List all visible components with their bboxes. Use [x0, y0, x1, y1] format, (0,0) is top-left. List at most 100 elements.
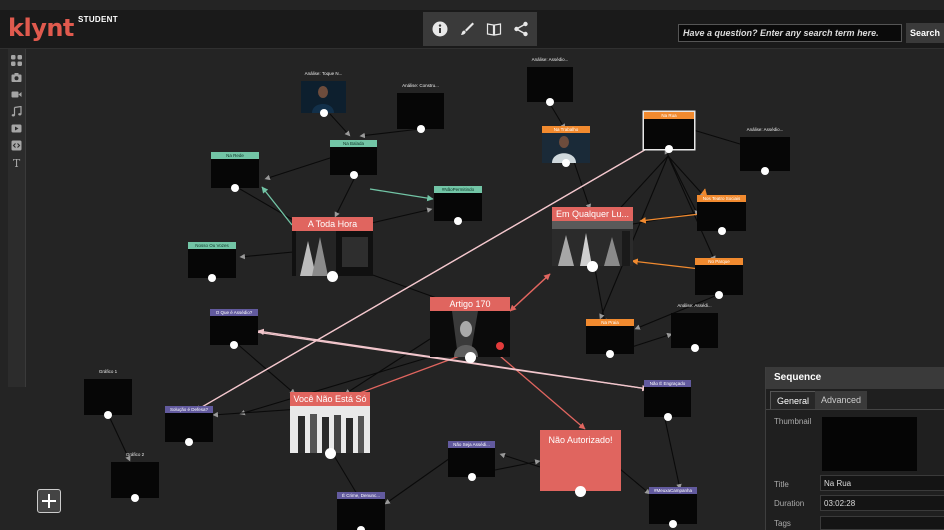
duration-field[interactable]: 03:02:28: [820, 495, 944, 511]
node-handle[interactable]: [715, 291, 723, 299]
tags-field[interactable]: [820, 516, 944, 530]
node-handle[interactable]: [131, 494, 139, 502]
node-handle[interactable]: [606, 350, 614, 358]
sequence-node[interactable]: Você Não Está Só: [290, 392, 370, 459]
node-title: Na Praia: [586, 319, 634, 326]
brush-icon[interactable]: [456, 18, 478, 40]
node-title: #NãoPermitindo: [434, 186, 482, 193]
node-title: É Crime, Denunc...: [337, 492, 385, 499]
node-handle[interactable]: [454, 217, 462, 225]
sequence-node[interactable]: O Que é Assédio?: [210, 309, 258, 349]
node-title: Análise: Assédi...: [677, 303, 712, 308]
search-button[interactable]: Search: [906, 23, 944, 43]
node-handle[interactable]: [319, 109, 328, 117]
sequence-node[interactable]: Análise: Constru...: [397, 83, 444, 133]
node-title: Não Autorizado!: [540, 433, 621, 447]
sequence-node[interactable]: Solução é Defesa?: [165, 406, 213, 446]
title-field[interactable]: Na Rua: [820, 475, 944, 491]
node-handle[interactable]: [185, 438, 193, 446]
node-title: No Parque: [695, 258, 743, 265]
sequence-node[interactable]: Análise: Assédi...: [671, 303, 718, 352]
sequence-node[interactable]: #MeuxaCampanha: [649, 487, 697, 528]
node-title: Na Trabalho: [542, 126, 590, 133]
sequence-node[interactable]: Análise: Toque N...: [301, 71, 346, 117]
sequence-node[interactable]: Na Rede: [211, 152, 259, 192]
node-title: Na Rua: [644, 112, 694, 119]
sequence-node[interactable]: Não Seja Assédi...: [448, 441, 495, 481]
tags-label: Tags: [774, 519, 791, 528]
node-handle[interactable]: [327, 271, 338, 282]
node-handle[interactable]: [231, 184, 239, 192]
add-sequence-button[interactable]: [37, 489, 61, 513]
node-thumbnail: [290, 406, 370, 453]
node-handle[interactable]: [587, 261, 598, 272]
node-handle[interactable]: [663, 413, 672, 421]
node-title: Nosso Ou Vozes: [188, 242, 236, 249]
node-title: Você Não Está Só: [290, 392, 370, 406]
tab-advanced[interactable]: Advanced: [815, 391, 868, 409]
node-thumbnail: [552, 221, 633, 266]
node-title: Em Qualquer Lu...: [552, 207, 633, 221]
sequence-node[interactable]: Na Balada: [330, 140, 377, 179]
node-title: Análise: Assédio...: [746, 127, 784, 132]
sequence-node[interactable]: Análise: Assédio...: [527, 57, 573, 106]
node-handle[interactable]: [761, 167, 769, 175]
sequence-node[interactable]: Gráfico 2: [111, 452, 159, 502]
book-icon[interactable]: [483, 18, 505, 40]
node-handle[interactable]: [349, 171, 358, 179]
sequence-panel: Sequence General Advanced Thumbnail Titl…: [765, 367, 944, 530]
sequence-node[interactable]: #NãoPermitindo: [434, 186, 482, 225]
node-handle[interactable]: [546, 98, 554, 106]
node-title: #MeuxaCampanha: [649, 487, 697, 494]
duration-label: Duration: [774, 499, 805, 508]
node-handle[interactable]: [230, 341, 238, 349]
info-icon[interactable]: [429, 18, 451, 40]
sequence-node[interactable]: Análise: Assédio...: [740, 127, 790, 175]
node-title: Artigo 170: [430, 297, 510, 311]
search-input[interactable]: [678, 24, 902, 42]
node-title: Solução é Defesa?: [165, 406, 213, 413]
sequence-node[interactable]: A Toda Hora: [292, 217, 373, 282]
node-title: Nos Teatro Sociais: [697, 195, 746, 202]
node-handle[interactable]: [324, 448, 336, 459]
node-title: Análise: Constru...: [402, 83, 439, 88]
node-title: Gráfico 2: [125, 452, 145, 457]
node-handle[interactable]: [467, 473, 476, 481]
sequence-node[interactable]: Na Trabalho: [542, 126, 590, 167]
node-handle[interactable]: [208, 274, 216, 282]
sequence-node[interactable]: Nos Teatro Sociais: [697, 195, 746, 235]
sequence-node[interactable]: Artigo 170: [430, 297, 510, 363]
node-title: Na Rede: [211, 152, 259, 159]
node-handle[interactable]: [416, 125, 425, 133]
klynt-logo: klynt: [8, 14, 74, 42]
node-handle[interactable]: [357, 526, 365, 530]
node-handle[interactable]: [665, 145, 673, 153]
plus-icon: [42, 494, 56, 508]
node-title: Análise: Toque N...: [304, 71, 343, 76]
sequence-node[interactable]: Gráfico 1: [84, 369, 132, 419]
sequence-node[interactable]: No Parque: [695, 258, 743, 299]
node-handle[interactable]: [575, 486, 586, 497]
sequence-node[interactable]: Em Qualquer Lu...: [552, 207, 633, 272]
sequence-node[interactable]: Não É Engraçado: [644, 380, 691, 421]
node-title: Gráfico 1: [98, 369, 118, 374]
sequence-node[interactable]: Na Praia: [586, 319, 634, 358]
node-thumbnail: [292, 231, 373, 276]
tab-general[interactable]: General: [770, 391, 817, 410]
node-title: O Que é Assédio?: [210, 309, 258, 316]
sequence-node[interactable]: Nosso Ou Vozes: [188, 242, 236, 282]
node-handle[interactable]: [562, 159, 570, 167]
node-handle[interactable]: [104, 411, 112, 419]
node-handle[interactable]: [464, 352, 476, 363]
node-title: Não Seja Assédi...: [448, 441, 495, 448]
thumbnail-preview[interactable]: [822, 417, 917, 471]
sequence-node[interactable]: Não Autorizado!: [540, 430, 621, 497]
node-handle[interactable]: [690, 344, 699, 352]
share-icon[interactable]: [510, 18, 532, 40]
node-title: Análise: Assédio...: [531, 57, 569, 62]
node-handle[interactable]: [717, 227, 726, 235]
sequence-node[interactable]: É Crime, Denunc...: [337, 492, 385, 530]
sequence-node-selected[interactable]: Na Rua: [644, 112, 694, 153]
node-title: Não É Engraçado: [644, 380, 691, 387]
node-handle[interactable]: [669, 520, 677, 528]
